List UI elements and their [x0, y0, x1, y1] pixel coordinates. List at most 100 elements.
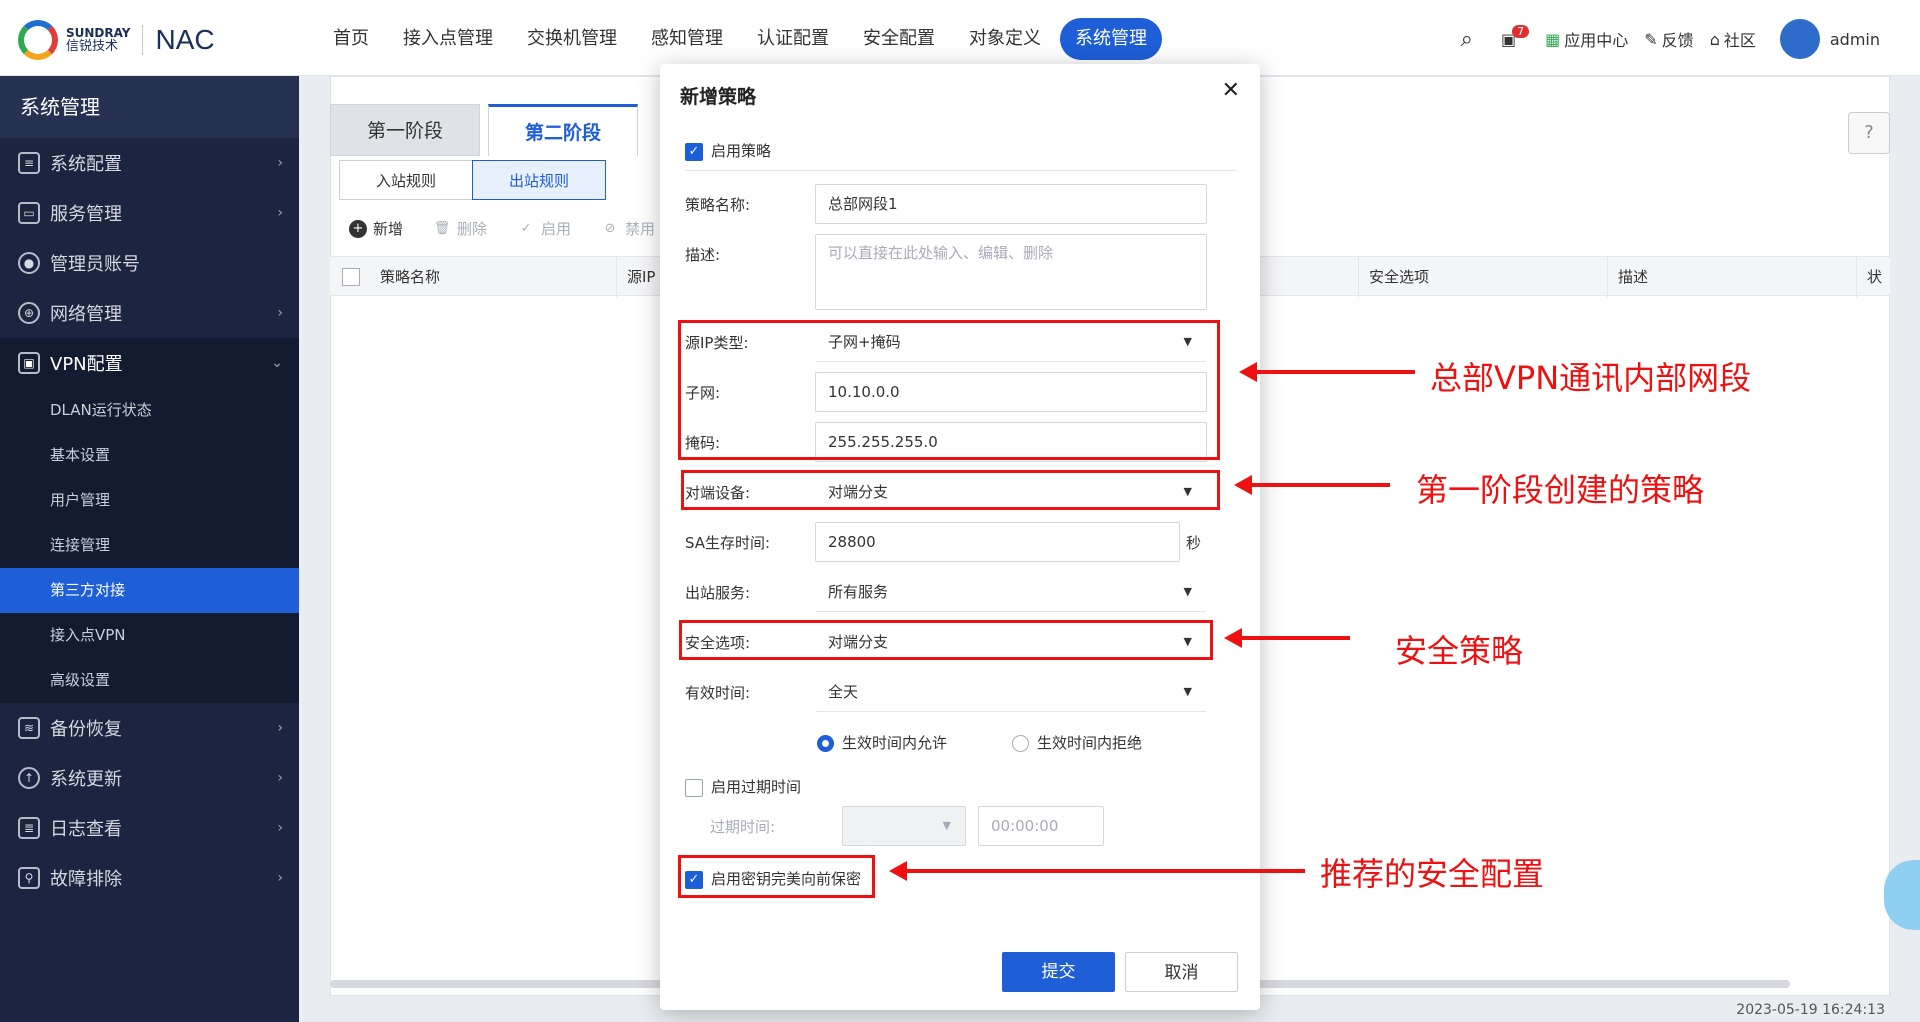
nav-auth[interactable]: 认证配置	[742, 18, 844, 60]
caret-down-icon: ▼	[1183, 685, 1192, 698]
tab-phase-2[interactable]: 第二阶段	[488, 104, 638, 156]
cancel-button[interactable]: 取消	[1125, 952, 1238, 992]
community-button[interactable]: ⌂ 社区	[1710, 27, 1756, 51]
sidebar-sub-connection[interactable]: 连接管理	[0, 523, 299, 568]
phase-tabs: 第一阶段 第二阶段	[330, 104, 646, 156]
ban-icon: ⊘	[604, 220, 616, 236]
add-button[interactable]: + 新增	[349, 218, 403, 239]
caret-down-icon: ▼	[942, 819, 951, 832]
sidebar-item-label: 管理员账号	[50, 254, 140, 275]
sidebar-sub-third-party[interactable]: 第三方对接	[0, 568, 299, 613]
nav-home[interactable]: 首页	[318, 18, 384, 60]
diagnose-icon: ⚲	[18, 867, 40, 889]
delete-button[interactable]: 🗑 删除	[433, 218, 487, 239]
nav-system[interactable]: 系统管理	[1060, 18, 1162, 60]
annotation-text-2: 第一阶段创建的策略	[1416, 471, 1705, 509]
user-icon: ●	[18, 252, 40, 274]
sidebar-item-label: 服务管理	[50, 204, 122, 225]
app-center-label: 应用中心	[1564, 31, 1629, 50]
disable-button[interactable]: ⊘ 禁用	[601, 218, 655, 239]
tab-outbound[interactable]: 出站规则	[472, 160, 606, 200]
expire-checkbox[interactable]	[685, 778, 703, 797]
expire-option[interactable]: 启用过期时间	[685, 776, 801, 797]
app-center-button[interactable]: ▦ 应用中心	[1545, 27, 1628, 51]
sidebar-item-label: 故障排除	[50, 869, 122, 890]
col-src: 源IP	[616, 257, 655, 297]
service-select[interactable]: 所有服务 ▼	[815, 572, 1207, 612]
nav-objects[interactable]: 对象定义	[954, 18, 1056, 60]
policy-name-input[interactable]: 总部网段1	[815, 184, 1207, 224]
sidebar-item-update[interactable]: ↑ 系统更新 ›	[0, 753, 299, 803]
message-badge: 7	[1512, 24, 1530, 38]
help-icon[interactable]: ?	[1848, 112, 1890, 154]
sidebar-sub-basic[interactable]: 基本设置	[0, 433, 299, 478]
sidebar: 系统管理 ≡ 系统配置 › ▭ 服务管理 › ● 管理员账号 ⊕ 网络管理 › ▣ VPN配置 ⌄…	[0, 76, 299, 1022]
logo: SUNDRAY 信锐技术 NAC	[18, 20, 215, 60]
select-all-checkbox[interactable]	[342, 268, 360, 286]
sidebar-item-admin[interactable]: ● 管理员账号	[0, 238, 299, 288]
radio-allow-option[interactable]: 生效时间内允许	[817, 732, 947, 753]
valid-time-select[interactable]: 全天 ▼	[815, 672, 1207, 712]
sidebar-sub-dlan-status[interactable]: DLAN运行状态	[0, 388, 299, 433]
service-label: 出站服务:	[685, 584, 751, 602]
user-menu[interactable]: admin	[1779, 19, 1880, 59]
radio-deny[interactable]	[1012, 735, 1029, 752]
chevron-right-icon: ›	[277, 820, 283, 836]
rule-tabs: 入站规则 出站规则	[339, 160, 606, 200]
enable-policy-checkbox[interactable]: ✓	[685, 142, 703, 161]
nav-switch[interactable]: 交换机管理	[512, 18, 632, 60]
sa-unit: 秒	[1186, 534, 1202, 552]
expire-date-select[interactable]: ▼	[842, 806, 966, 846]
sidebar-item-label: 系统更新	[50, 769, 122, 790]
toolbar: + 新增 🗑 删除 ✓ 启用 ⊘ 禁用	[349, 218, 685, 239]
chevron-right-icon: ›	[277, 155, 283, 171]
nav-security[interactable]: 安全配置	[848, 18, 950, 60]
edit-icon: ✎	[1644, 29, 1658, 49]
sidebar-item-label: 网络管理	[50, 304, 122, 325]
name-label: 策略名称:	[685, 196, 751, 214]
submit-button[interactable]: 提交	[1002, 952, 1115, 992]
sidebar-item-service[interactable]: ▭ 服务管理 ›	[0, 188, 299, 238]
disable-label: 禁用	[625, 220, 656, 238]
description-textarea[interactable]: 可以直接在此处输入、编辑、删除	[815, 234, 1207, 310]
sidebar-sub-ap-vpn[interactable]: 接入点VPN	[0, 613, 299, 658]
nav-sense[interactable]: 感知管理	[636, 18, 738, 60]
feedback-label: 反馈	[1661, 31, 1694, 50]
sidebar-item-network[interactable]: ⊕ 网络管理 ›	[0, 288, 299, 338]
nav-ap[interactable]: 接入点管理	[388, 18, 508, 60]
timestamp: 2023-05-19 16:24:13	[1736, 1002, 1885, 1018]
search-icon[interactable]: ⌕	[1461, 27, 1473, 52]
enable-policy-option[interactable]: ✓ 启用策略	[685, 140, 771, 161]
valid-value: 全天	[828, 683, 859, 701]
annotation-text-1: 总部VPN通讯内部网段	[1430, 359, 1752, 397]
sidebar-item-backup[interactable]: ≋ 备份恢复 ›	[0, 703, 299, 753]
close-icon[interactable]: ✕	[1222, 78, 1240, 103]
expire-label: 过期时间:	[710, 818, 776, 836]
message-icon[interactable]: ▣ 7	[1501, 24, 1530, 49]
enable-button[interactable]: ✓ 启用	[517, 218, 571, 239]
annotation-arrow-4	[889, 861, 1305, 881]
sidebar-sub-users[interactable]: 用户管理	[0, 478, 299, 523]
col-desc: 描述	[1607, 257, 1648, 297]
sidebar-item-vpn[interactable]: ▣ VPN配置 ⌄	[0, 338, 299, 388]
sa-label: SA生存时间:	[685, 534, 771, 552]
col-name: 策略名称	[380, 268, 441, 286]
tab-inbound[interactable]: 入站规则	[339, 160, 473, 200]
username: admin	[1829, 29, 1880, 49]
sidebar-sub-advanced[interactable]: 高级设置	[0, 658, 299, 703]
feedback-button[interactable]: ✎ 反馈	[1644, 27, 1693, 51]
annotation-arrow-3	[1224, 628, 1350, 648]
expire-time-input[interactable]: 00:00:00	[978, 806, 1104, 846]
tab-phase-1[interactable]: 第一阶段	[330, 104, 480, 156]
annotation-arrow-2	[1234, 475, 1390, 495]
sidebar-item-label: 日志查看	[50, 819, 122, 840]
sidebar-item-troubleshoot[interactable]: ⚲ 故障排除 ›	[0, 853, 299, 903]
sidebar-item-system-config[interactable]: ≡ 系统配置 ›	[0, 138, 299, 188]
sidebar-item-logs[interactable]: ≣ 日志查看 ›	[0, 803, 299, 853]
dialog-title: 新增策略	[680, 86, 757, 108]
sidebar-item-label: 备份恢复	[50, 719, 122, 740]
radio-allow[interactable]	[817, 735, 834, 752]
add-label: 新增	[373, 220, 404, 238]
radio-deny-option[interactable]: 生效时间内拒绝	[1012, 732, 1142, 753]
sa-lifetime-input[interactable]: 28800	[815, 522, 1180, 562]
